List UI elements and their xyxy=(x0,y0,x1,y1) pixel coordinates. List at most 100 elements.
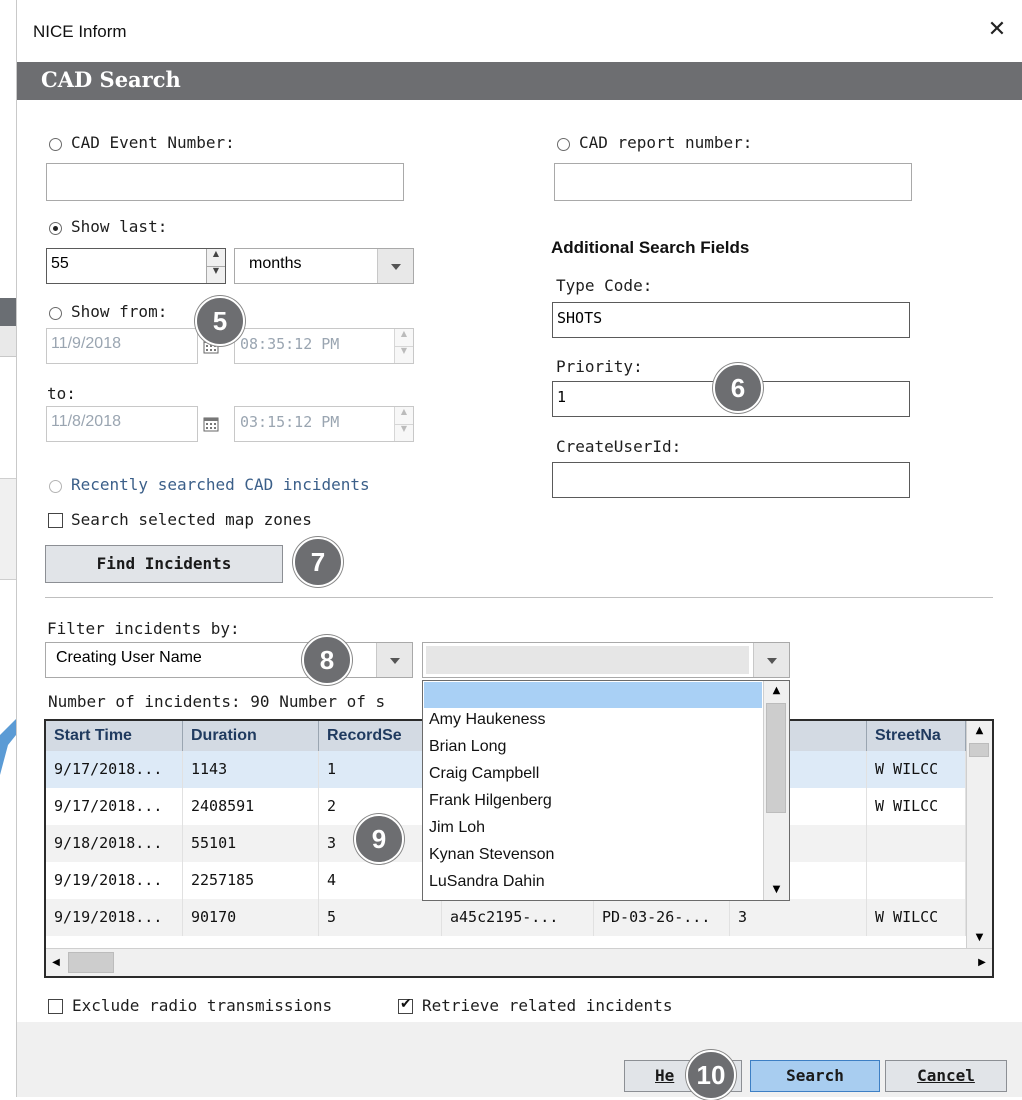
scroll-right-icon[interactable]: ▶ xyxy=(972,949,992,976)
to-label: to: xyxy=(47,384,76,403)
callout-badge: 6 xyxy=(713,363,763,413)
dropdown-option[interactable]: LuSandra Dahin xyxy=(429,873,545,891)
table-cell: 9/17/2018... xyxy=(46,751,183,788)
section-divider xyxy=(45,597,993,598)
table-cell: 2257185 xyxy=(183,862,319,899)
show-from-radio[interactable] xyxy=(49,307,62,320)
table-cell: W WILCC xyxy=(867,788,966,825)
create-user-input[interactable] xyxy=(552,462,910,498)
stepper-down-icon[interactable]: ▼ xyxy=(207,266,225,283)
to-date-input[interactable]: 11/8/2018 xyxy=(46,406,198,442)
cad-search-dialog: NICE Inform ✕ CAD Search CAD Event Numbe… xyxy=(16,0,1022,1100)
report-number-input[interactable] xyxy=(554,163,912,201)
table-cell: 2408591 xyxy=(183,788,319,825)
callout-badge: 5 xyxy=(195,296,245,346)
cancel-button[interactable]: Cancel xyxy=(885,1060,1007,1092)
background-toolbar-strip xyxy=(0,298,16,326)
table-cell: 9/19/2018... xyxy=(46,899,183,936)
map-zones-checkbox[interactable] xyxy=(48,513,63,528)
calendar-icon[interactable] xyxy=(203,416,219,432)
retrieve-related-checkbox[interactable] xyxy=(398,996,413,1014)
close-icon: ✕ xyxy=(987,17,1007,42)
dropdown-option[interactable]: Jim Loh xyxy=(429,819,485,837)
recent-incidents-label: Recently searched CAD incidents xyxy=(71,475,370,494)
scroll-left-icon[interactable]: ◀ xyxy=(46,949,66,976)
type-code-label: Type Code: xyxy=(556,276,653,295)
table-cell: W WILCC xyxy=(867,751,966,788)
filter-label: Filter incidents by: xyxy=(47,619,240,638)
dropdown-scrollbar[interactable]: ▲ ▼ xyxy=(763,681,789,900)
report-number-label: CAD report number: xyxy=(579,133,753,152)
table-row[interactable]: 9/19/2018... 90170 5 a45c2195-... PD-03-… xyxy=(46,899,966,937)
stepper-down-icon[interactable]: ▼ xyxy=(395,424,413,441)
grid-vertical-scrollbar[interactable]: ▲ ▼ xyxy=(966,721,992,948)
to-time-input[interactable]: 03:15:12 PM ▲ ▼ xyxy=(234,406,414,442)
scroll-down-icon[interactable]: ▼ xyxy=(967,928,992,948)
table-cell: 5 xyxy=(319,899,442,936)
filter-value-select[interactable] xyxy=(422,642,790,678)
chevron-down-icon[interactable] xyxy=(377,249,413,283)
from-date-input[interactable]: 11/9/2018 xyxy=(46,328,198,364)
stepper-up-icon[interactable]: ▲ xyxy=(207,249,225,267)
priority-label: Priority: xyxy=(556,357,643,376)
table-cell: 1143 xyxy=(183,751,319,788)
filter-value-dropdown: Amy Haukeness Brian Long Craig Campbell … xyxy=(422,680,790,901)
show-last-stepper[interactable]: ▲ ▼ xyxy=(206,249,225,283)
table-cell: 55101 xyxy=(183,825,319,862)
type-code-input[interactable]: SHOTS xyxy=(552,302,910,338)
find-incidents-button[interactable]: Find Incidents xyxy=(45,545,283,583)
title-bar xyxy=(17,0,1022,62)
exclude-radio-checkbox[interactable] xyxy=(48,999,63,1014)
search-button[interactable]: Search xyxy=(750,1060,880,1092)
close-button[interactable]: ✕ xyxy=(977,10,1017,50)
callout-badge: 8 xyxy=(302,635,352,685)
filter-field-select[interactable]: Creating User Name xyxy=(45,642,413,678)
callout-badge: 10 xyxy=(686,1050,736,1100)
stepper-up-icon[interactable]: ▲ xyxy=(395,329,413,347)
column-header[interactable]: StreetNa xyxy=(867,721,966,751)
dropdown-option[interactable]: Craig Campbell xyxy=(429,765,539,783)
table-cell: PD-03-26-... xyxy=(594,899,730,936)
scroll-down-icon[interactable]: ▼ xyxy=(764,880,789,900)
dropdown-option[interactable]: Brian Long xyxy=(429,738,506,756)
show-last-radio[interactable] xyxy=(49,222,62,235)
scroll-up-icon[interactable]: ▲ xyxy=(764,681,789,701)
grid-horizontal-scrollbar[interactable]: ◀ ▶ xyxy=(46,948,992,976)
table-cell: W WILCC xyxy=(867,899,966,936)
stepper-down-icon[interactable]: ▼ xyxy=(395,346,413,363)
scroll-thumb[interactable] xyxy=(766,703,786,813)
dropdown-option[interactable]: Amy Haukeness xyxy=(429,711,546,729)
period-unit-select[interactable]: months xyxy=(234,248,414,284)
table-cell xyxy=(867,825,966,862)
recent-incidents-radio[interactable] xyxy=(49,480,62,493)
chevron-down-icon[interactable] xyxy=(376,643,412,677)
show-last-input[interactable]: 55 ▲ ▼ xyxy=(46,248,226,284)
from-time-stepper[interactable]: ▲ ▼ xyxy=(394,329,413,363)
stepper-up-icon[interactable]: ▲ xyxy=(395,407,413,425)
dropdown-option[interactable]: Kynan Stevenson xyxy=(429,846,554,864)
additional-fields-title: Additional Search Fields xyxy=(551,238,750,257)
from-time-input[interactable]: 08:35:12 PM ▲ ▼ xyxy=(234,328,414,364)
scroll-thumb[interactable] xyxy=(68,952,114,973)
event-number-input[interactable] xyxy=(46,163,404,201)
show-from-label: Show from: xyxy=(71,302,168,321)
dropdown-option[interactable]: Frank Hilgenberg xyxy=(429,792,552,810)
report-number-radio[interactable] xyxy=(557,138,570,151)
chevron-down-icon[interactable] xyxy=(753,643,789,677)
callout-badge: 7 xyxy=(293,537,343,587)
exclude-radio-label: Exclude radio transmissions xyxy=(72,996,333,1015)
dropdown-option-selected[interactable] xyxy=(424,682,762,708)
create-user-label: CreateUserId: xyxy=(556,437,682,456)
event-number-radio[interactable] xyxy=(49,138,62,151)
column-header[interactable]: Duration xyxy=(183,721,319,751)
scroll-up-icon[interactable]: ▲ xyxy=(967,721,992,741)
scroll-thumb[interactable] xyxy=(969,743,989,757)
column-header[interactable]: Start Time xyxy=(46,721,183,751)
table-cell: 9/19/2018... xyxy=(46,862,183,899)
to-time-stepper[interactable]: ▲ ▼ xyxy=(394,407,413,441)
page-title: CAD Search xyxy=(41,67,181,92)
table-cell: a45c2195-... xyxy=(442,899,594,936)
event-number-label: CAD Event Number: xyxy=(71,133,235,152)
table-cell: 9/18/2018... xyxy=(46,825,183,862)
filter-value-display xyxy=(426,646,749,674)
